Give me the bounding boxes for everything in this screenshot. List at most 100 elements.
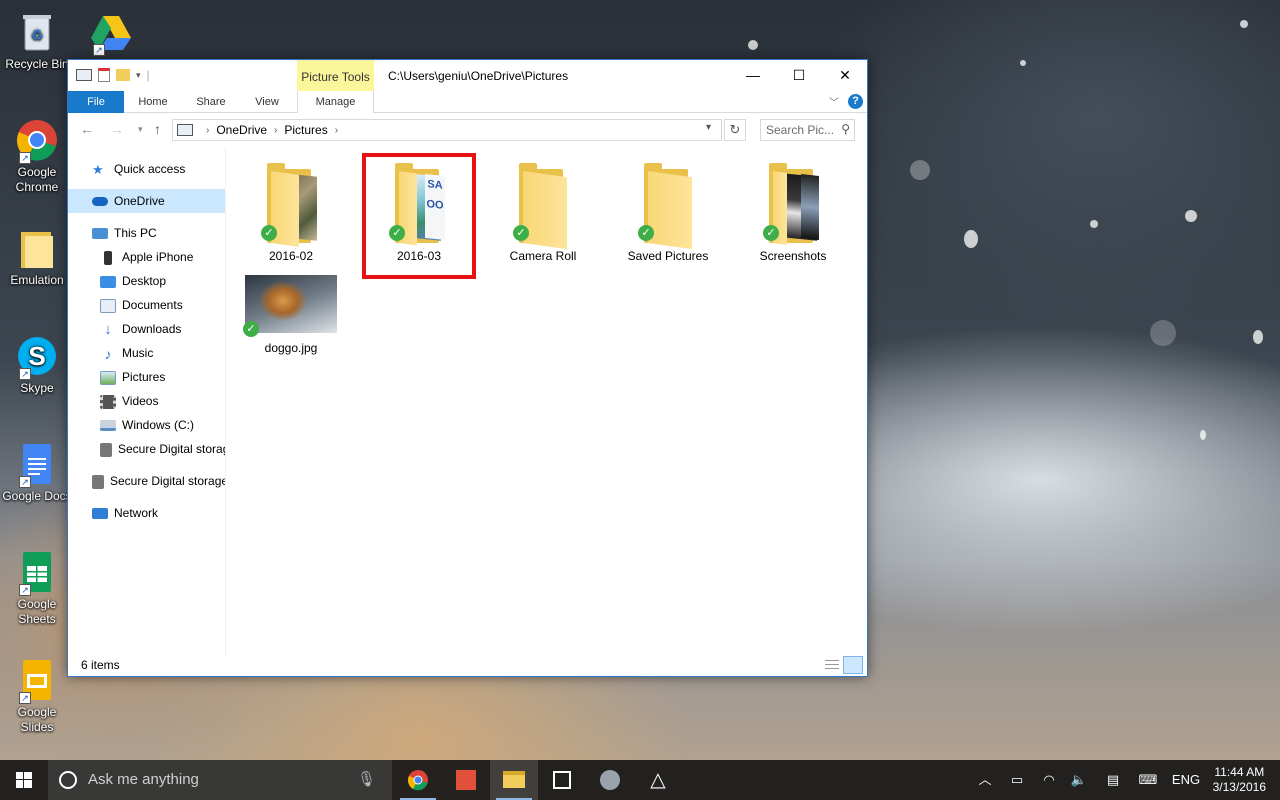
chrome-icon: ↗ <box>15 118 59 164</box>
folder-tile-2016-02[interactable]: ✓ 2016-02 <box>237 163 345 263</box>
shortcut-arrow-icon: ↗ <box>19 476 31 488</box>
expand-ribbon-icon[interactable]: ﹀ <box>829 94 839 109</box>
up-arrow-icon[interactable]: ↑ <box>154 121 161 137</box>
tab-file[interactable]: File <box>68 91 124 113</box>
language-indicator[interactable]: ENG <box>1166 760 1206 800</box>
large-icons-view-icon[interactable] <box>843 656 863 674</box>
desktop-icon-skype[interactable]: S ↗ Skype <box>2 334 72 396</box>
taskbar-app-triangle[interactable]: △ <box>634 760 682 800</box>
wifi-icon[interactable]: ◠ <box>1036 760 1062 800</box>
battery-icon[interactable]: ▭ <box>1004 760 1030 800</box>
close-button[interactable]: ✕ <box>822 60 868 90</box>
taskbar-app-circle[interactable] <box>586 760 634 800</box>
breadcrumb-separator-icon[interactable]: › <box>274 125 277 136</box>
desktop-icon-google-slides[interactable]: ↗ Google Slides <box>2 658 72 735</box>
volume-icon[interactable]: 🔈 <box>1066 760 1092 800</box>
file-name: doggo.jpg <box>264 341 318 355</box>
shortcut-arrow-icon: ↗ <box>93 44 105 56</box>
address-bar[interactable]: › OneDrive › Pictures › <box>172 119 722 141</box>
folder-icon: ✓ <box>761 163 825 245</box>
tab-share[interactable]: Share <box>186 91 236 113</box>
sidebar-item-onedrive[interactable]: OneDrive <box>68 189 225 213</box>
microphone-icon[interactable]: 🎙 <box>357 760 376 800</box>
sidebar-item-this-pc[interactable]: This PC <box>68 221 225 245</box>
ribbon-tabs: File Home Share View Manage ﹀ ? <box>68 91 867 113</box>
sidebar-item-downloads[interactable]: ↓ Downloads <box>68 317 225 341</box>
customize-toolbar-icon[interactable]: ▾ <box>136 70 141 81</box>
sidebar-item-sd-storage[interactable]: Secure Digital storage <box>68 469 225 493</box>
maximize-button[interactable]: ☐ <box>776 60 822 90</box>
shortcut-arrow-icon: ↗ <box>19 584 31 596</box>
details-view-icon[interactable] <box>821 656 841 674</box>
sidebar-item-pictures[interactable]: Pictures <box>68 365 225 389</box>
sidebar-item-label: This PC <box>114 226 157 240</box>
desktop-icon-recycle-bin[interactable]: ♻ Recycle Bin <box>2 10 72 72</box>
desktop-icon-label: Google Sheets <box>17 597 57 626</box>
sidebar-item-label: Desktop <box>122 274 167 288</box>
sidebar-item-network[interactable]: Network <box>68 501 225 525</box>
skype-icon: S ↗ <box>15 334 59 380</box>
sidebar-item-desktop[interactable]: Desktop <box>68 269 225 293</box>
sidebar-item-apple-iphone[interactable]: Apple iPhone <box>68 245 225 269</box>
file-name: 2016-02 <box>268 249 314 263</box>
search-input[interactable]: Search Pic... ⚲ <box>760 119 855 141</box>
clock[interactable]: 11:44 AM 3/13/2016 <box>1213 765 1266 795</box>
folder-tile-camera-roll[interactable]: ✓ Camera Roll <box>489 163 597 263</box>
folder-tile-screenshots[interactable]: ✓ Screenshots <box>739 163 847 263</box>
keyboard-icon[interactable]: ⌨ <box>1134 760 1162 800</box>
sidebar-item-label: Windows (C:) <box>122 418 195 432</box>
help-icon[interactable]: ? <box>848 94 863 109</box>
address-dropdown-icon[interactable]: ▾ <box>706 122 711 133</box>
star-icon: ★ <box>92 161 104 177</box>
taskbar-file-explorer[interactable] <box>490 760 538 800</box>
tab-view[interactable]: View <box>242 91 292 113</box>
taskbar-app-box[interactable] <box>442 760 490 800</box>
sidebar-item-videos[interactable]: Videos <box>68 389 225 413</box>
start-button[interactable] <box>0 760 48 800</box>
desktop-icon-label: Google Docs <box>2 489 72 503</box>
desktop-icon-chrome[interactable]: ↗ Google Chrome <box>2 118 72 195</box>
sidebar-item-label: Downloads <box>122 322 182 336</box>
file-explorer-window: ▾ | Picture Tools C:\Users\geniu\OneDriv… <box>67 59 868 677</box>
taskbar-chrome[interactable] <box>394 760 442 800</box>
sync-check-icon: ✓ <box>261 225 277 241</box>
sidebar-item-sd-card[interactable]: Secure Digital storag <box>68 437 225 461</box>
desktop-icon-google-docs[interactable]: ↗ Google Docs <box>2 442 72 504</box>
sidebar-item-music[interactable]: ♪ Music <box>68 341 225 365</box>
show-hidden-icons-chevron[interactable]: ︿ <box>972 760 998 800</box>
taskbar-store[interactable] <box>538 760 586 800</box>
properties-icon[interactable] <box>98 68 110 82</box>
minimize-button[interactable]: — <box>730 60 776 90</box>
highlight-box <box>362 153 476 279</box>
back-arrow-icon[interactable]: ← <box>80 121 94 137</box>
new-folder-icon[interactable] <box>116 69 130 81</box>
sidebar-item-windows-c[interactable]: Windows (C:) <box>68 413 225 437</box>
monitor-icon <box>92 228 108 240</box>
sidebar-item-documents[interactable]: Documents <box>68 293 225 317</box>
clock-time: 11:44 AM <box>1214 765 1265 779</box>
search-icon: ⚲ <box>841 122 850 136</box>
quick-access-toolbar: ▾ | <box>76 68 150 82</box>
action-center-icon[interactable]: ▤ <box>1100 760 1126 800</box>
tab-home[interactable]: Home <box>128 91 178 113</box>
image-tile-doggo[interactable]: ✓ doggo.jpg <box>237 275 345 355</box>
status-bar: 6 items <box>68 654 867 676</box>
desktop-icon-google-drive[interactable]: ↗ <box>76 10 146 57</box>
desktop-icon-emulation[interactable]: Emulation <box>2 226 72 288</box>
breadcrumb-separator-icon[interactable]: › <box>335 125 338 136</box>
forward-arrow-icon[interactable]: → <box>110 121 124 137</box>
breadcrumb-pictures[interactable]: Pictures <box>284 123 327 137</box>
drive-icon <box>100 420 116 432</box>
sidebar-item-quick-access[interactable]: ★ Quick access <box>68 157 225 181</box>
window-icon[interactable] <box>76 69 92 81</box>
breadcrumb-onedrive[interactable]: OneDrive <box>216 123 267 137</box>
breadcrumb-separator-icon[interactable]: › <box>206 125 209 136</box>
title-bar[interactable]: ▾ | Picture Tools C:\Users\geniu\OneDriv… <box>68 60 867 91</box>
folder-tile-saved-pictures[interactable]: ✓ Saved Pictures <box>614 163 722 263</box>
refresh-icon[interactable]: ↻ <box>724 119 746 141</box>
cortana-search-box[interactable]: Ask me anything 🎙 <box>48 760 392 800</box>
tab-manage[interactable]: Manage <box>297 91 374 113</box>
recent-locations-chevron-icon[interactable]: ▾ <box>138 124 143 135</box>
sidebar-item-label: OneDrive <box>114 194 165 208</box>
desktop-icon-google-sheets[interactable]: ↗ Google Sheets <box>2 550 72 627</box>
